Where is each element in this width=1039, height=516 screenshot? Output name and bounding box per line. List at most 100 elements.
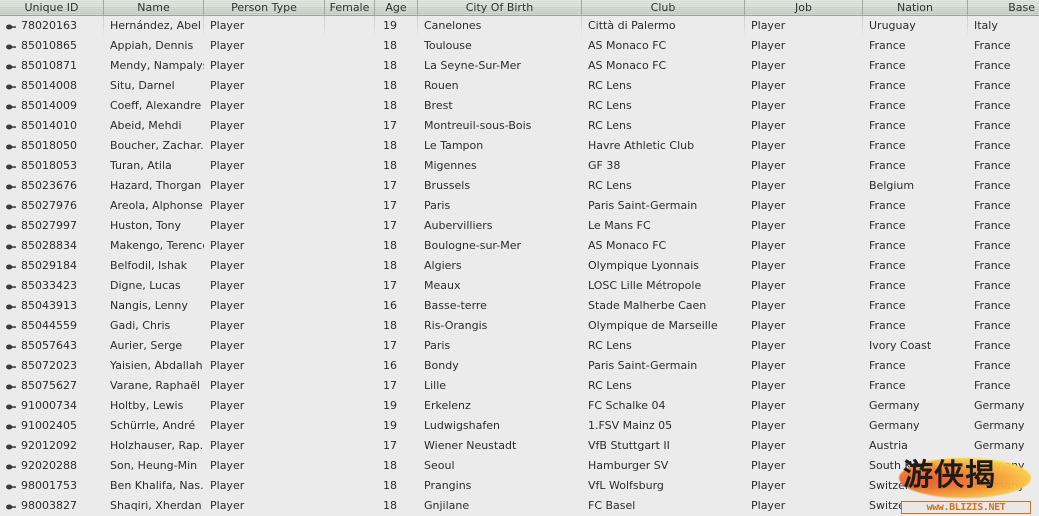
cell-club[interactable]: Havre Athletic Club: [582, 136, 745, 156]
cell-based[interactable]: Italy: [968, 16, 1039, 36]
cell-based[interactable]: France: [968, 56, 1039, 76]
cell-city_of_birth[interactable]: Prangins: [418, 476, 582, 496]
cell-city_of_birth[interactable]: Paris: [418, 336, 582, 356]
cell-unique_id[interactable]: 91000734: [0, 396, 104, 416]
cell-nation[interactable]: France: [863, 136, 968, 156]
pin-icon[interactable]: [5, 460, 17, 472]
cell-job[interactable]: Player: [745, 16, 863, 36]
cell-job[interactable]: Player: [745, 396, 863, 416]
cell-club[interactable]: Olympique de Marseille: [582, 316, 745, 336]
table-row[interactable]: 98001753 Ben Khalifa, Nas.. Player 18 Prangi…: [0, 476, 1039, 496]
cell-job[interactable]: Player: [745, 156, 863, 176]
column-header-nation[interactable]: Nation: [863, 0, 968, 15]
cell-city_of_birth[interactable]: Rouen: [418, 76, 582, 96]
cell-person_type[interactable]: Player: [204, 376, 325, 396]
cell-name[interactable]: Makengo, Terence: [104, 236, 204, 256]
pin-icon[interactable]: [5, 240, 17, 252]
cell-female[interactable]: [325, 296, 375, 316]
cell-age[interactable]: 18: [375, 136, 418, 156]
cell-nation[interactable]: Germany: [863, 396, 968, 416]
cell-name[interactable]: Coeff, Alexandre: [104, 96, 204, 116]
pin-icon[interactable]: [5, 340, 17, 352]
cell-unique_id[interactable]: 85044559: [0, 316, 104, 336]
cell-job[interactable]: Player: [745, 316, 863, 336]
table-row[interactable]: 85010871 Mendy, Nampalys Player 18 La Seyne-…: [0, 56, 1039, 76]
cell-person_type[interactable]: Player: [204, 356, 325, 376]
cell-club[interactable]: AS Monaco FC: [582, 236, 745, 256]
cell-person_type[interactable]: Player: [204, 296, 325, 316]
cell-name[interactable]: Hernández, Abel: [104, 16, 204, 36]
cell-nation[interactable]: Ivory Coast: [863, 336, 968, 356]
cell-female[interactable]: [325, 416, 375, 436]
cell-job[interactable]: Player: [745, 176, 863, 196]
cell-city_of_birth[interactable]: Toulouse: [418, 36, 582, 56]
pin-icon[interactable]: [5, 400, 17, 412]
cell-person_type[interactable]: Player: [204, 276, 325, 296]
cell-person_type[interactable]: Player: [204, 456, 325, 476]
table-row[interactable]: 85014009 Coeff, Alexandre Player 18 Brest RC …: [0, 96, 1039, 116]
cell-name[interactable]: Appiah, Dennis: [104, 36, 204, 56]
pin-icon[interactable]: [5, 80, 17, 92]
cell-based[interactable]: France: [968, 76, 1039, 96]
cell-unique_id[interactable]: 98001753: [0, 476, 104, 496]
cell-name[interactable]: Holtby, Lewis: [104, 396, 204, 416]
cell-club[interactable]: Paris Saint-Germain: [582, 196, 745, 216]
cell-club[interactable]: RC Lens: [582, 176, 745, 196]
cell-female[interactable]: [325, 256, 375, 276]
column-header-based[interactable]: Base: [968, 0, 1039, 15]
cell-age[interactable]: 18: [375, 36, 418, 56]
cell-unique_id[interactable]: 85010871: [0, 56, 104, 76]
cell-club[interactable]: RC Lens: [582, 96, 745, 116]
cell-based[interactable]: France: [968, 36, 1039, 56]
cell-person_type[interactable]: Player: [204, 236, 325, 256]
cell-nation[interactable]: France: [863, 216, 968, 236]
cell-nation[interactable]: France: [863, 76, 968, 96]
table-row[interactable]: 85044559 Gadi, Chris Player 18 Ris-Orangis Ol…: [0, 316, 1039, 336]
cell-club[interactable]: Olympique Lyonnais: [582, 256, 745, 276]
cell-city_of_birth[interactable]: Montreuil-sous-Bois: [418, 116, 582, 136]
pin-icon[interactable]: [5, 320, 17, 332]
cell-nation[interactable]: South Korea: [863, 456, 968, 476]
cell-age[interactable]: 16: [375, 356, 418, 376]
cell-female[interactable]: [325, 496, 375, 516]
cell-person_type[interactable]: Player: [204, 16, 325, 36]
cell-person_type[interactable]: Player: [204, 216, 325, 236]
cell-person_type[interactable]: Player: [204, 56, 325, 76]
cell-nation[interactable]: France: [863, 276, 968, 296]
cell-unique_id[interactable]: 91002405: [0, 416, 104, 436]
cell-age[interactable]: 18: [375, 456, 418, 476]
cell-name[interactable]: Abeid, Mehdi: [104, 116, 204, 136]
cell-female[interactable]: [325, 176, 375, 196]
cell-age[interactable]: 17: [375, 276, 418, 296]
cell-job[interactable]: Player: [745, 296, 863, 316]
cell-based[interactable]: Germany: [968, 396, 1039, 416]
cell-name[interactable]: Belfodil, Ishak: [104, 256, 204, 276]
cell-female[interactable]: [325, 76, 375, 96]
cell-unique_id[interactable]: 85075627: [0, 376, 104, 396]
cell-city_of_birth[interactable]: Ris-Orangis: [418, 316, 582, 336]
cell-nation[interactable]: France: [863, 116, 968, 136]
cell-name[interactable]: Boucher, Zachar..: [104, 136, 204, 156]
cell-job[interactable]: Player: [745, 56, 863, 76]
cell-age[interactable]: 17: [375, 436, 418, 456]
cell-unique_id[interactable]: 85014008: [0, 76, 104, 96]
cell-unique_id[interactable]: 85072023: [0, 356, 104, 376]
cell-club[interactable]: Hamburger SV: [582, 456, 745, 476]
table-row[interactable]: 78020163 Hernández, Abel Player 19 Canelones…: [0, 16, 1039, 36]
cell-city_of_birth[interactable]: Le Tampon: [418, 136, 582, 156]
cell-nation[interactable]: France: [863, 236, 968, 256]
cell-name[interactable]: Huston, Tony: [104, 216, 204, 236]
cell-nation[interactable]: France: [863, 316, 968, 336]
pin-icon[interactable]: [5, 160, 17, 172]
cell-based[interactable]: France: [968, 256, 1039, 276]
cell-job[interactable]: Player: [745, 76, 863, 96]
cell-city_of_birth[interactable]: Wiener Neustadt: [418, 436, 582, 456]
cell-club[interactable]: GF 38: [582, 156, 745, 176]
cell-person_type[interactable]: Player: [204, 256, 325, 276]
cell-unique_id[interactable]: 85027976: [0, 196, 104, 216]
cell-name[interactable]: Yaisien, Abdallah: [104, 356, 204, 376]
cell-job[interactable]: Player: [745, 456, 863, 476]
cell-name[interactable]: Situ, Darnel: [104, 76, 204, 96]
cell-person_type[interactable]: Player: [204, 96, 325, 116]
cell-female[interactable]: [325, 476, 375, 496]
